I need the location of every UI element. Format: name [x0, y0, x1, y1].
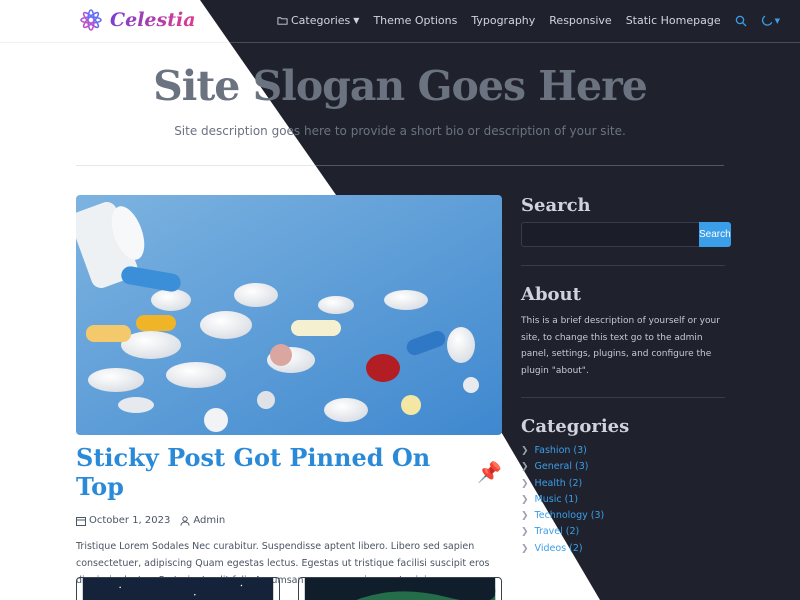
user-icon: [180, 515, 190, 526]
about-text: This is a brief description of yourself …: [521, 316, 720, 376]
category-item[interactable]: ❯ General (3): [521, 459, 725, 475]
search-widget-title: Search: [521, 195, 591, 216]
post-author-text: Admin: [193, 515, 226, 526]
nav-item-responsive[interactable]: Responsive: [549, 14, 611, 27]
post-date: October 1, 2023: [76, 515, 170, 526]
search-icon: [735, 15, 747, 26]
calendar-icon: [76, 516, 86, 526]
divider: [521, 265, 725, 266]
nav-label: Theme Options: [373, 14, 458, 27]
logo-text: Celestia: [110, 9, 196, 31]
category-item[interactable]: ❯ Music (1): [521, 492, 725, 508]
post-date-text: October 1, 2023: [89, 515, 171, 526]
nav-item-typography[interactable]: Typography: [471, 14, 535, 27]
site-slogan: Site Slogan Goes Here: [153, 62, 648, 110]
nav-item-static-homepage[interactable]: Static Homepage: [626, 14, 721, 27]
post-thumbnail-night-sky[interactable]: [76, 577, 280, 600]
category-label: Music (1): [534, 493, 579, 505]
post-meta: October 1, 2023 Admin: [76, 515, 502, 526]
chevron-right-icon: ❯: [521, 446, 529, 456]
category-label: General (3): [534, 461, 589, 473]
post-author[interactable]: Admin: [180, 515, 225, 526]
category-item[interactable]: ❯ Fashion (3): [521, 443, 725, 459]
pin-icon: 📌: [477, 460, 502, 484]
nav-label: Categories: [291, 14, 351, 27]
category-item[interactable]: ❯ Technology (3): [521, 508, 725, 524]
divider: [521, 397, 725, 398]
search-input[interactable]: [521, 222, 699, 247]
search-button[interactable]: [735, 15, 747, 27]
post-thumbnail-aurora[interactable]: [298, 577, 502, 600]
nav-item-theme-options[interactable]: Theme Options: [373, 14, 457, 27]
chevron-right-icon: ❯: [521, 494, 529, 505]
post-grid: [76, 577, 502, 600]
category-label: Travel (2): [534, 526, 580, 538]
divider: [76, 165, 724, 166]
nav-label: Typography: [471, 14, 536, 27]
category-label: Videos (2): [534, 542, 583, 554]
sidebar: Search Search About This is a brief desc…: [521, 195, 731, 557]
category-item[interactable]: ❯ Videos (2): [521, 541, 725, 557]
folder-icon: [277, 17, 288, 25]
post-image-pills[interactable]: [76, 195, 502, 435]
search-form: Search: [521, 222, 731, 247]
nav-label: Static Homepage: [625, 14, 721, 27]
caret-down-icon: ▼: [774, 16, 780, 25]
post-title[interactable]: Sticky Post Got Pinned On Top 📌: [76, 443, 502, 501]
post-title-text: Sticky Post Got Pinned On Top: [76, 443, 431, 501]
chevron-right-icon: ❯: [521, 527, 529, 538]
moon-icon: [761, 15, 772, 26]
flower-logo-icon: [80, 9, 102, 31]
nav-item-categories[interactable]: Categories ▼: [277, 14, 359, 27]
category-label: Technology (3): [534, 510, 605, 522]
categories-widget-title: Categories: [521, 416, 630, 437]
about-widget-title: About: [521, 284, 581, 305]
site-header: Celestia Categories ▼ Theme Options Typo…: [0, 0, 800, 43]
site-logo[interactable]: Celestia: [76, 5, 196, 35]
category-label: Health (2): [534, 477, 583, 489]
chevron-right-icon: ❯: [521, 462, 529, 473]
chevron-right-icon: ❯: [521, 478, 529, 489]
chevron-right-icon: ❯: [521, 543, 529, 554]
hero: Site Slogan Goes Here Site description g…: [0, 62, 800, 138]
category-list: ❯ Fashion (3) ❯ General (3) ❯ Health (2) ❯ M…: [521, 443, 725, 557]
main-nav: Categories ▼ Theme Options Typography Re…: [277, 14, 780, 27]
category-item[interactable]: ❯ Travel (2): [521, 524, 725, 540]
site-description: Site description goes here to provide a …: [174, 124, 626, 138]
category-item[interactable]: ❯ Health (2): [521, 476, 725, 492]
category-label: Fashion (3): [534, 445, 587, 456]
caret-down-icon: ▼: [353, 16, 360, 25]
search-submit-button[interactable]: Search: [699, 222, 731, 247]
theme-toggle[interactable]: ▼: [761, 15, 780, 27]
chevron-right-icon: ❯: [521, 511, 529, 522]
sticky-post: Sticky Post Got Pinned On Top 📌 October …: [76, 195, 502, 589]
nav-label: Responsive: [549, 14, 612, 27]
